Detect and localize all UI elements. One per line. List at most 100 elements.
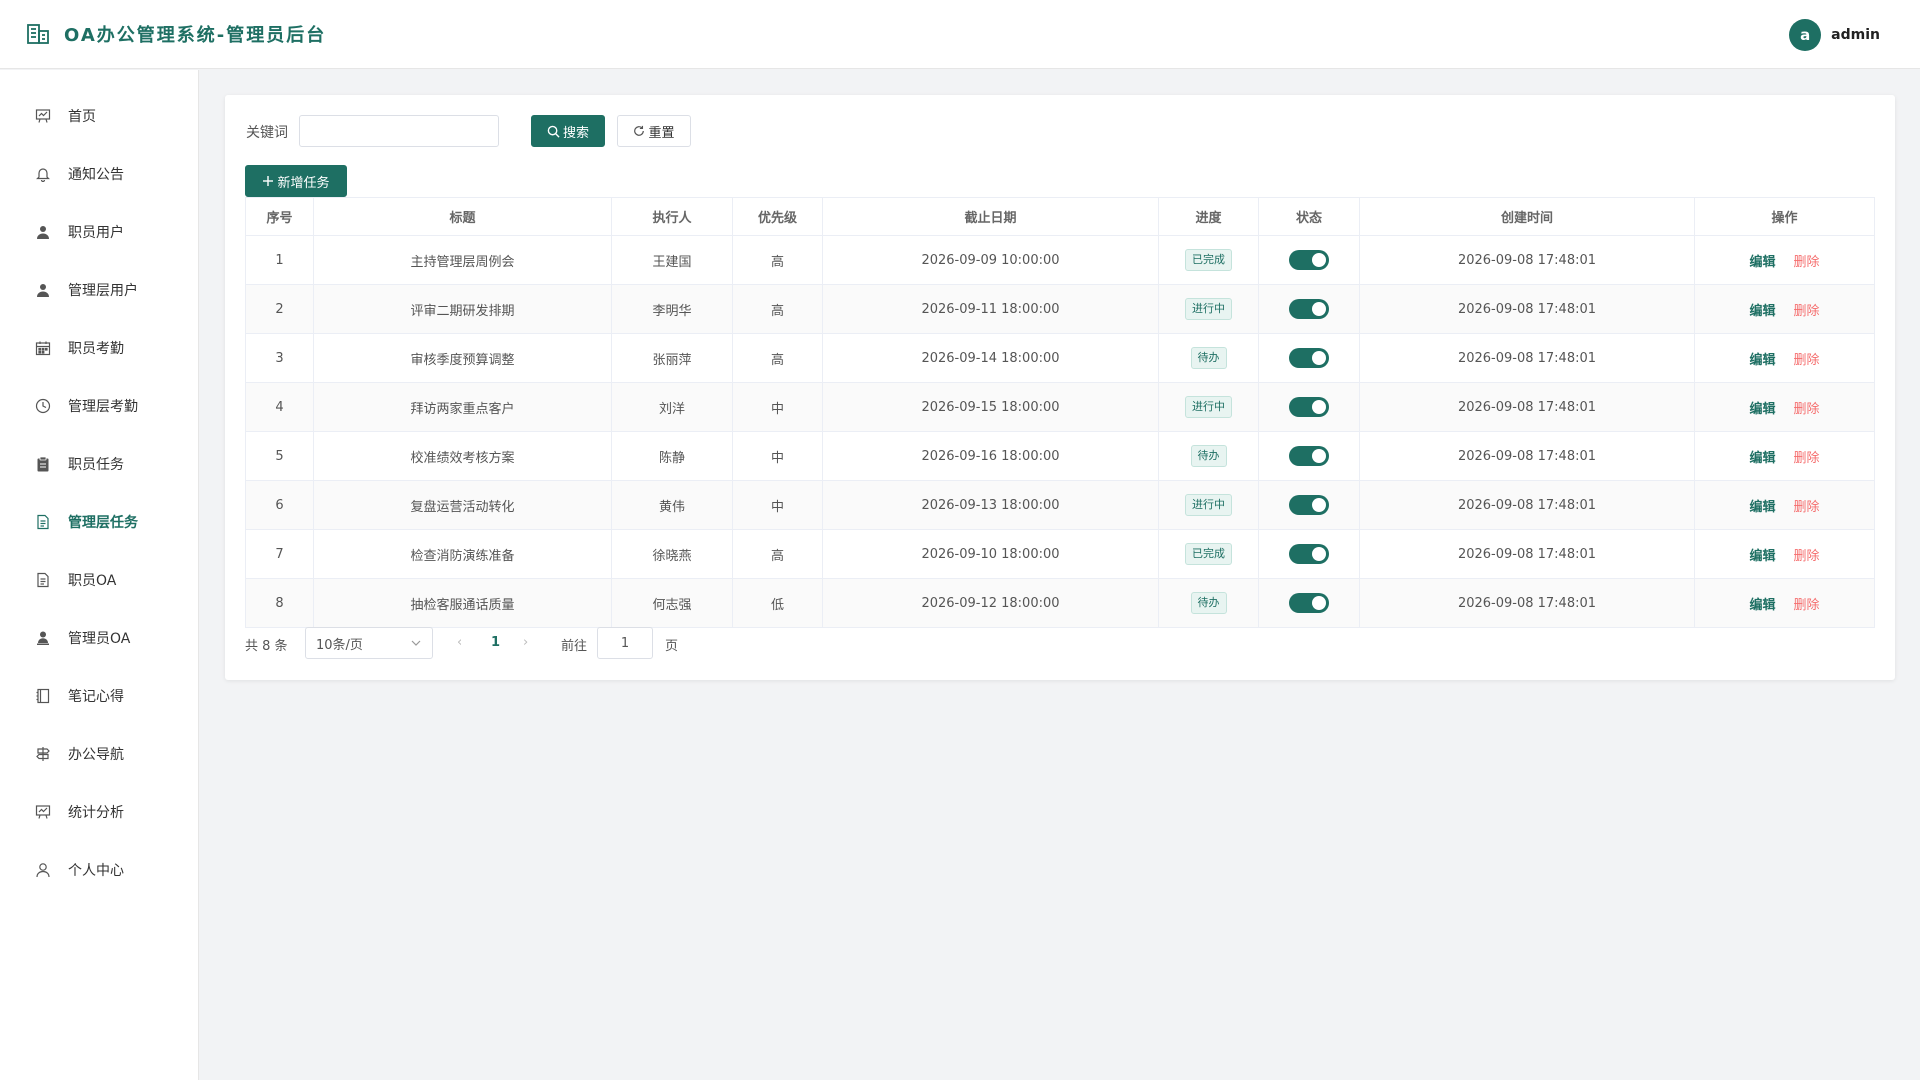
sidebar-item[interactable]: 管理层任务 xyxy=(0,502,199,542)
column-header: 执行人 xyxy=(611,197,733,236)
edit-button[interactable]: 编辑 xyxy=(1749,304,1775,319)
username[interactable]: admin xyxy=(1831,27,1880,43)
delete-button[interactable]: 删除 xyxy=(1794,500,1820,515)
page-number[interactable]: 1 xyxy=(491,635,500,650)
progress-tag: 待办 xyxy=(1190,347,1227,369)
row-number: 7 xyxy=(245,529,314,579)
sidebar-item[interactable]: 通知公告 xyxy=(0,154,199,194)
sidebar-item[interactable]: 职员OA xyxy=(0,560,199,600)
goto-page-input[interactable] xyxy=(597,627,653,659)
task-priority: 中 xyxy=(732,431,823,481)
reset-button[interactable]: 重置 xyxy=(617,115,691,147)
status-toggle[interactable] xyxy=(1289,250,1329,270)
admin-user-icon xyxy=(34,629,52,647)
table-row: 3 审核季度预算调整 张丽萍高 2026-09-14 18:00:00 待办 2026-0… xyxy=(245,333,1875,383)
task-assignee: 李明华 xyxy=(611,284,733,334)
task-priority: 中 xyxy=(732,382,823,432)
status-toggle[interactable] xyxy=(1289,446,1329,466)
task-title: 主持管理层周例会 xyxy=(313,235,612,285)
status-toggle[interactable] xyxy=(1289,397,1329,417)
delete-button[interactable]: 删除 xyxy=(1794,255,1820,270)
task-assignee: 陈静 xyxy=(611,431,733,481)
sidebar-item[interactable]: 职员任务 xyxy=(0,444,199,484)
table-row: 5 校准绩效考核方案 陈静中 2026-09-16 18:00:00 待办 2026-09… xyxy=(245,431,1875,481)
prev-page-button[interactable]: ‹ xyxy=(457,635,462,650)
user-icon xyxy=(34,281,52,299)
delete-button[interactable]: 删除 xyxy=(1794,451,1820,466)
keyword-input[interactable] xyxy=(299,115,499,147)
sidebar-item-label: 首页 xyxy=(68,109,96,125)
delete-button[interactable]: 删除 xyxy=(1794,402,1820,417)
created-time: 2026-09-08 17:48:01 xyxy=(1359,529,1695,579)
sidebar-item-label: 个人中心 xyxy=(68,863,124,879)
status-toggle[interactable] xyxy=(1289,593,1329,613)
avatar[interactable]: a xyxy=(1789,19,1822,51)
chart-board-icon xyxy=(34,107,52,125)
edit-button[interactable]: 编辑 xyxy=(1749,402,1775,417)
task-deadline: 2026-09-10 18:00:00 xyxy=(822,529,1159,579)
sidebar-item[interactable]: 办公导航 xyxy=(0,734,199,774)
delete-button[interactable]: 删除 xyxy=(1794,598,1820,613)
progress-cell: 进行中 xyxy=(1158,382,1259,432)
sidebar-item-label: 职员任务 xyxy=(68,457,124,473)
status-toggle[interactable] xyxy=(1289,299,1329,319)
edit-button[interactable]: 编辑 xyxy=(1749,451,1775,466)
task-priority: 中 xyxy=(732,480,823,530)
search-button-label: 搜索 xyxy=(562,125,589,141)
column-header: 截止日期 xyxy=(822,197,1159,236)
sidebar-item[interactable]: 职员考勤 xyxy=(0,328,199,368)
task-assignee: 张丽萍 xyxy=(611,333,733,383)
search-button[interactable]: 搜索 xyxy=(531,115,605,147)
status-toggle[interactable] xyxy=(1289,544,1329,564)
delete-button[interactable]: 删除 xyxy=(1794,353,1820,368)
sidebar-item-label: 管理层用户 xyxy=(68,283,138,299)
column-header: 优先级 xyxy=(732,197,823,236)
column-header: 标题 xyxy=(313,197,612,236)
progress-cell: 待办 xyxy=(1158,578,1259,628)
row-number: 4 xyxy=(245,382,314,432)
edit-button[interactable]: 编辑 xyxy=(1749,255,1775,270)
task-deadline: 2026-09-16 18:00:00 xyxy=(822,431,1159,481)
progress-tag: 进行中 xyxy=(1185,494,1232,516)
sidebar-item[interactable]: 职员用户 xyxy=(0,212,199,252)
sidebar-item[interactable]: 笔记心得 xyxy=(0,676,199,716)
row-number: 1 xyxy=(245,235,314,285)
reset-button-label: 重置 xyxy=(648,125,675,141)
chevron-down-icon xyxy=(411,640,421,646)
sidebar-item-label: 通知公告 xyxy=(68,167,124,183)
edit-button[interactable]: 编辑 xyxy=(1749,353,1775,368)
column-header: 序号 xyxy=(245,197,314,236)
refresh-icon xyxy=(634,125,645,136)
column-header: 状态 xyxy=(1258,197,1360,236)
user-menu[interactable]: a admin xyxy=(1789,19,1880,51)
status-toggle[interactable] xyxy=(1289,495,1329,515)
edit-button[interactable]: 编辑 xyxy=(1749,549,1775,564)
page-size-select[interactable]: 10条/页 xyxy=(305,627,433,659)
sidebar-item-label: 职员OA xyxy=(68,573,117,589)
document-icon xyxy=(34,513,52,531)
sidebar-item[interactable]: 个人中心 xyxy=(0,850,199,890)
sidebar-item[interactable]: 管理层考勤 xyxy=(0,386,199,426)
task-deadline: 2026-09-15 18:00:00 xyxy=(822,382,1159,432)
sidebar-item-label: 统计分析 xyxy=(68,805,124,821)
sidebar-item[interactable]: 管理员OA xyxy=(0,618,199,658)
created-time: 2026-09-08 17:48:01 xyxy=(1359,578,1695,628)
sidebar-item[interactable]: 统计分析 xyxy=(0,792,199,832)
edit-button[interactable]: 编辑 xyxy=(1749,598,1775,613)
sidebar-item[interactable]: 管理层用户 xyxy=(0,270,199,310)
add-task-button[interactable]: 新增任务 xyxy=(245,165,347,197)
bell-icon xyxy=(34,165,52,183)
edit-button[interactable]: 编辑 xyxy=(1749,500,1775,515)
delete-button[interactable]: 删除 xyxy=(1794,304,1820,319)
next-page-button[interactable]: › xyxy=(523,635,528,650)
status-toggle[interactable] xyxy=(1289,348,1329,368)
status-cell xyxy=(1258,382,1360,432)
sidebar-item[interactable]: 首页 xyxy=(0,96,199,136)
task-assignee: 何志强 xyxy=(611,578,733,628)
delete-button[interactable]: 删除 xyxy=(1794,549,1820,564)
progress-cell: 已完成 xyxy=(1158,235,1259,285)
chart-board-icon xyxy=(34,803,52,821)
sidebar-item-label: 办公导航 xyxy=(68,747,124,763)
sidebar-item-label: 管理层考勤 xyxy=(68,399,138,415)
status-cell xyxy=(1258,578,1360,628)
